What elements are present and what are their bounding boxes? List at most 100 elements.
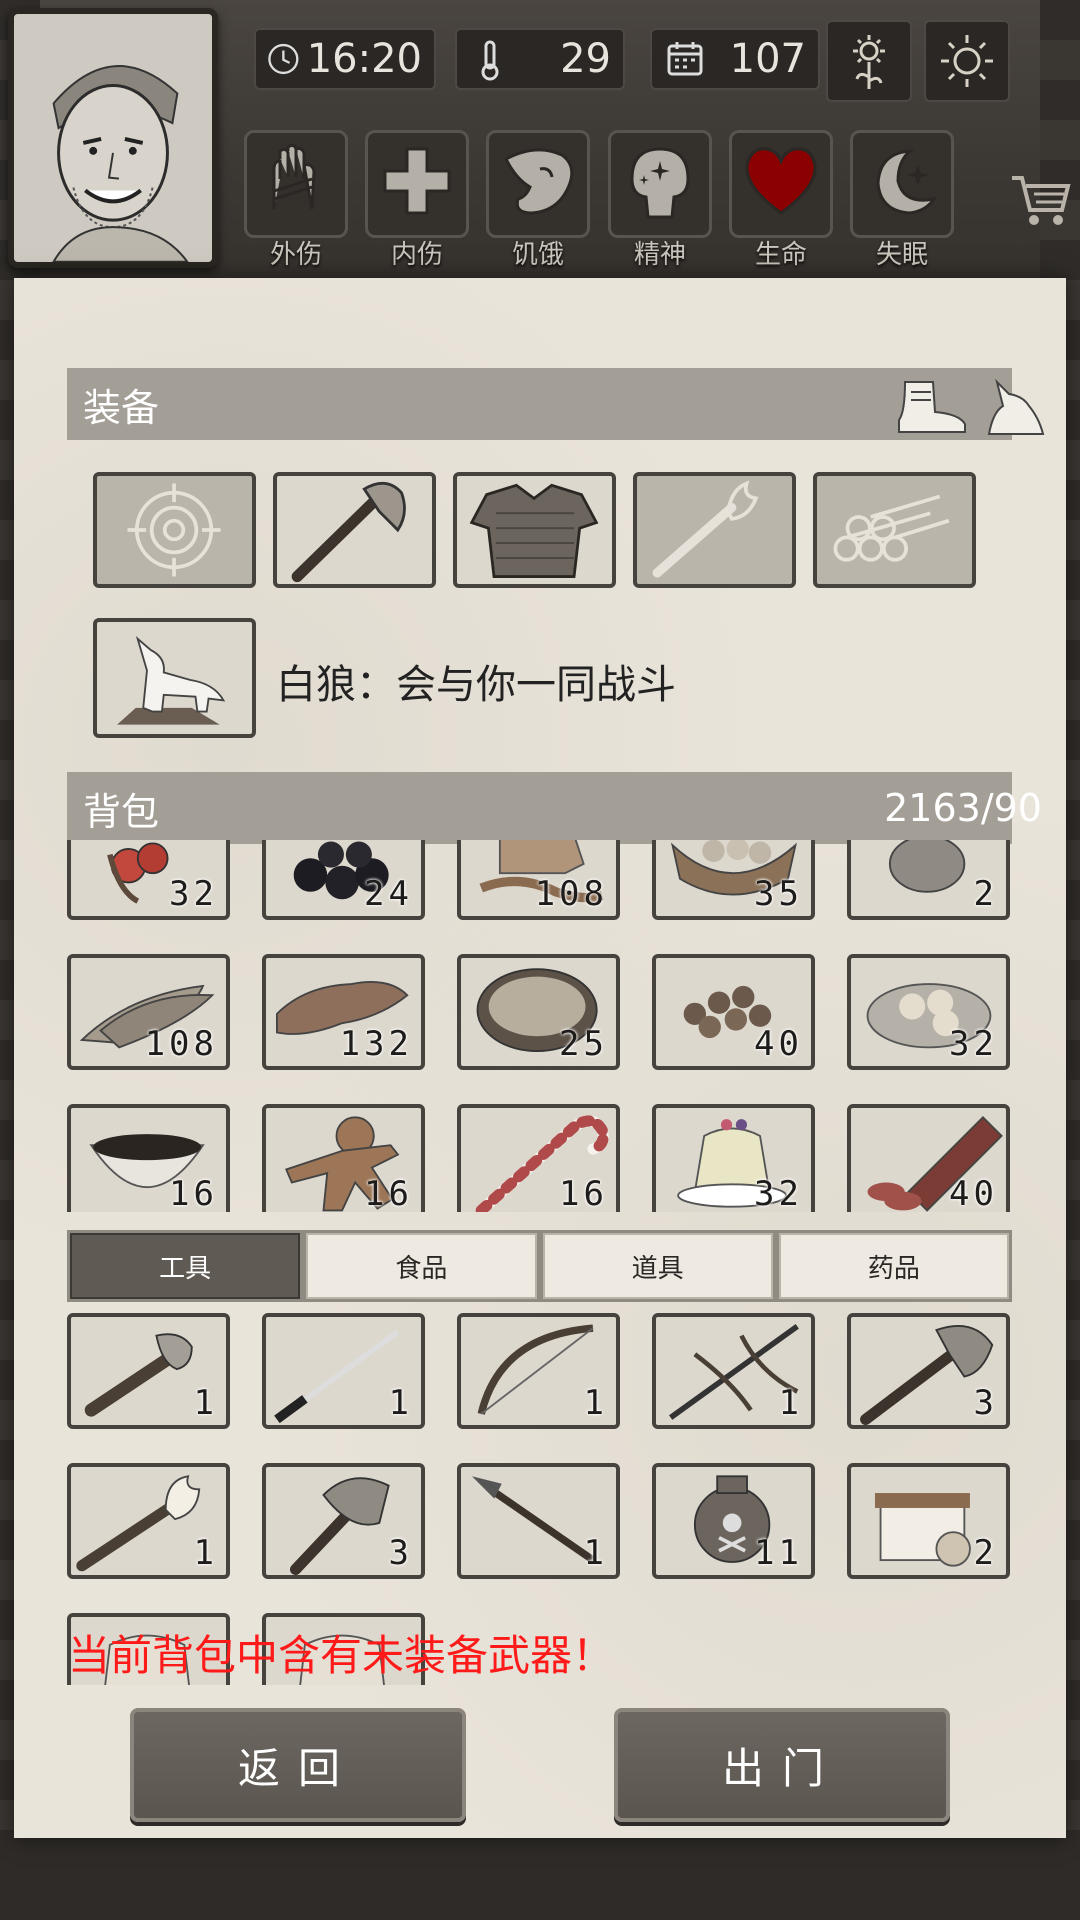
item-count: 40: [754, 1024, 803, 1064]
status-label-insomnia: 失眠: [875, 240, 928, 270]
weather-button[interactable]: [924, 20, 1010, 102]
time-value: 16:20: [306, 36, 422, 82]
heart-icon: [745, 147, 817, 215]
backpack-slot[interactable]: 108: [457, 840, 620, 920]
tool-slot[interactable]: 3: [847, 1313, 1010, 1429]
category-tabs: 工具 食品 道具 药品: [67, 1230, 1012, 1302]
stomach-icon: [504, 148, 574, 215]
item-count: 32: [169, 874, 218, 914]
boot-icon[interactable]: [887, 372, 973, 438]
status-health[interactable]: [729, 130, 833, 238]
backpack-header: 背包 2163/90: [67, 772, 1042, 844]
equip-slot-logs[interactable]: [813, 472, 976, 588]
item-count: 16: [169, 1174, 218, 1212]
tab-props[interactable]: 道具: [542, 1233, 773, 1299]
backpack-slot[interactable]: 2: [847, 840, 1010, 920]
tool-slot[interactable]: 1: [457, 1463, 620, 1579]
status-insomnia[interactable]: [850, 130, 954, 238]
survivor-face-icon: [14, 14, 212, 262]
unequipped-weapon-warning: 当前背包中含有未装备武器！: [68, 1631, 615, 1680]
shop-cart-icon[interactable]: [1008, 170, 1074, 230]
backpack-slot[interactable]: 25: [457, 954, 620, 1070]
equip-slot-armor[interactable]: [453, 472, 616, 588]
backpack-slot[interactable]: 16: [67, 1104, 230, 1212]
temperature-value: 29: [560, 36, 611, 82]
sunflower-icon: [853, 35, 885, 89]
backpack-slot[interactable]: 16: [262, 1104, 425, 1212]
backpack-slot[interactable]: 40: [847, 1104, 1010, 1212]
equipment-title: 装备: [83, 385, 160, 430]
item-count: 1: [583, 1383, 608, 1423]
backpack-slot[interactable]: 24: [262, 840, 425, 920]
status-external-injury[interactable]: [244, 130, 348, 238]
backpack-slot[interactable]: 32: [67, 840, 230, 920]
back-button[interactable]: 返回: [130, 1708, 466, 1822]
backpack-slot[interactable]: 16: [457, 1104, 620, 1212]
equipment-header: 装备: [67, 368, 1045, 440]
tool-slot[interactable]: 1: [262, 1313, 425, 1429]
item-count: 32: [949, 1024, 998, 1064]
cross-icon: [383, 147, 451, 215]
clock-display: 16:20: [254, 28, 436, 90]
tool-slot[interactable]: 1: [67, 1463, 230, 1579]
calendar-icon: [667, 42, 703, 76]
bottom-border: [0, 1830, 1080, 1920]
status-spirit[interactable]: [608, 130, 712, 238]
equip-slot-target[interactable]: [93, 472, 256, 588]
backpack-slot[interactable]: 40: [652, 954, 815, 1070]
go-out-button[interactable]: 出门: [614, 1708, 950, 1822]
item-count: 3: [973, 1383, 998, 1423]
head-sparkle-icon: [630, 147, 690, 219]
tool-slot[interactable]: 1: [457, 1313, 620, 1429]
pet-slot[interactable]: [93, 618, 256, 738]
player-portrait[interactable]: [8, 8, 218, 268]
status-label-health: 生命: [754, 240, 807, 270]
logs-icon: [833, 494, 950, 562]
backpack-title: 背包: [83, 789, 160, 834]
tab-medicine[interactable]: 药品: [778, 1233, 1009, 1299]
item-count: 16: [364, 1174, 413, 1212]
item-count: 16: [559, 1174, 608, 1212]
temperature-display: 29: [455, 28, 625, 90]
backpack-slot[interactable]: 108: [67, 954, 230, 1070]
tab-tools[interactable]: 工具: [70, 1233, 301, 1299]
item-count: 1: [193, 1533, 218, 1573]
wolf-silhouette-icon[interactable]: [973, 372, 1059, 438]
backpack-slot[interactable]: 132: [262, 954, 425, 1070]
clock-icon: [268, 43, 299, 75]
torch-icon: [652, 480, 759, 578]
tool-slot[interactable]: 11: [652, 1463, 815, 1579]
item-count: 1: [388, 1383, 413, 1423]
item-count: 1: [583, 1533, 608, 1573]
item-count: 3: [388, 1533, 413, 1573]
backpack-slot[interactable]: 32: [847, 954, 1010, 1070]
backpack-slot[interactable]: 32: [652, 1104, 815, 1212]
bandaged-hand-icon: [272, 143, 316, 210]
equip-slot-torch[interactable]: [633, 472, 796, 588]
tool-slot[interactable]: 2: [847, 1463, 1010, 1579]
item-count: 25: [559, 1024, 608, 1064]
tool-slot[interactable]: 1: [652, 1313, 815, 1429]
axe-icon: [291, 482, 406, 583]
backpack-slot[interactable]: 35: [652, 840, 815, 920]
item-count: 108: [534, 874, 608, 914]
status-hunger[interactable]: [486, 130, 590, 238]
white-wolf-icon: [117, 636, 226, 725]
item-count: 132: [339, 1024, 413, 1064]
item-count: 35: [754, 874, 803, 914]
equip-slot-axe[interactable]: [273, 472, 436, 588]
thermometer-icon: [481, 40, 499, 81]
backpack-grid[interactable]: 32 24 108 35 2 108 132 25 40 32 16 16 16…: [67, 840, 1012, 1212]
tool-slot[interactable]: 1: [67, 1313, 230, 1429]
target-icon: [127, 483, 221, 577]
backpack-capacity: 2163/90: [884, 786, 1042, 830]
moon-star-icon: [876, 149, 938, 215]
item-count: 2: [973, 1533, 998, 1573]
item-count: 1: [778, 1383, 803, 1423]
item-count: 32: [754, 1174, 803, 1212]
status-internal-injury[interactable]: [365, 130, 469, 238]
status-label-hunger: 饥饿: [511, 240, 564, 270]
tool-slot[interactable]: 3: [262, 1463, 425, 1579]
flower-button[interactable]: [826, 20, 912, 102]
tab-food[interactable]: 食品: [306, 1233, 537, 1299]
